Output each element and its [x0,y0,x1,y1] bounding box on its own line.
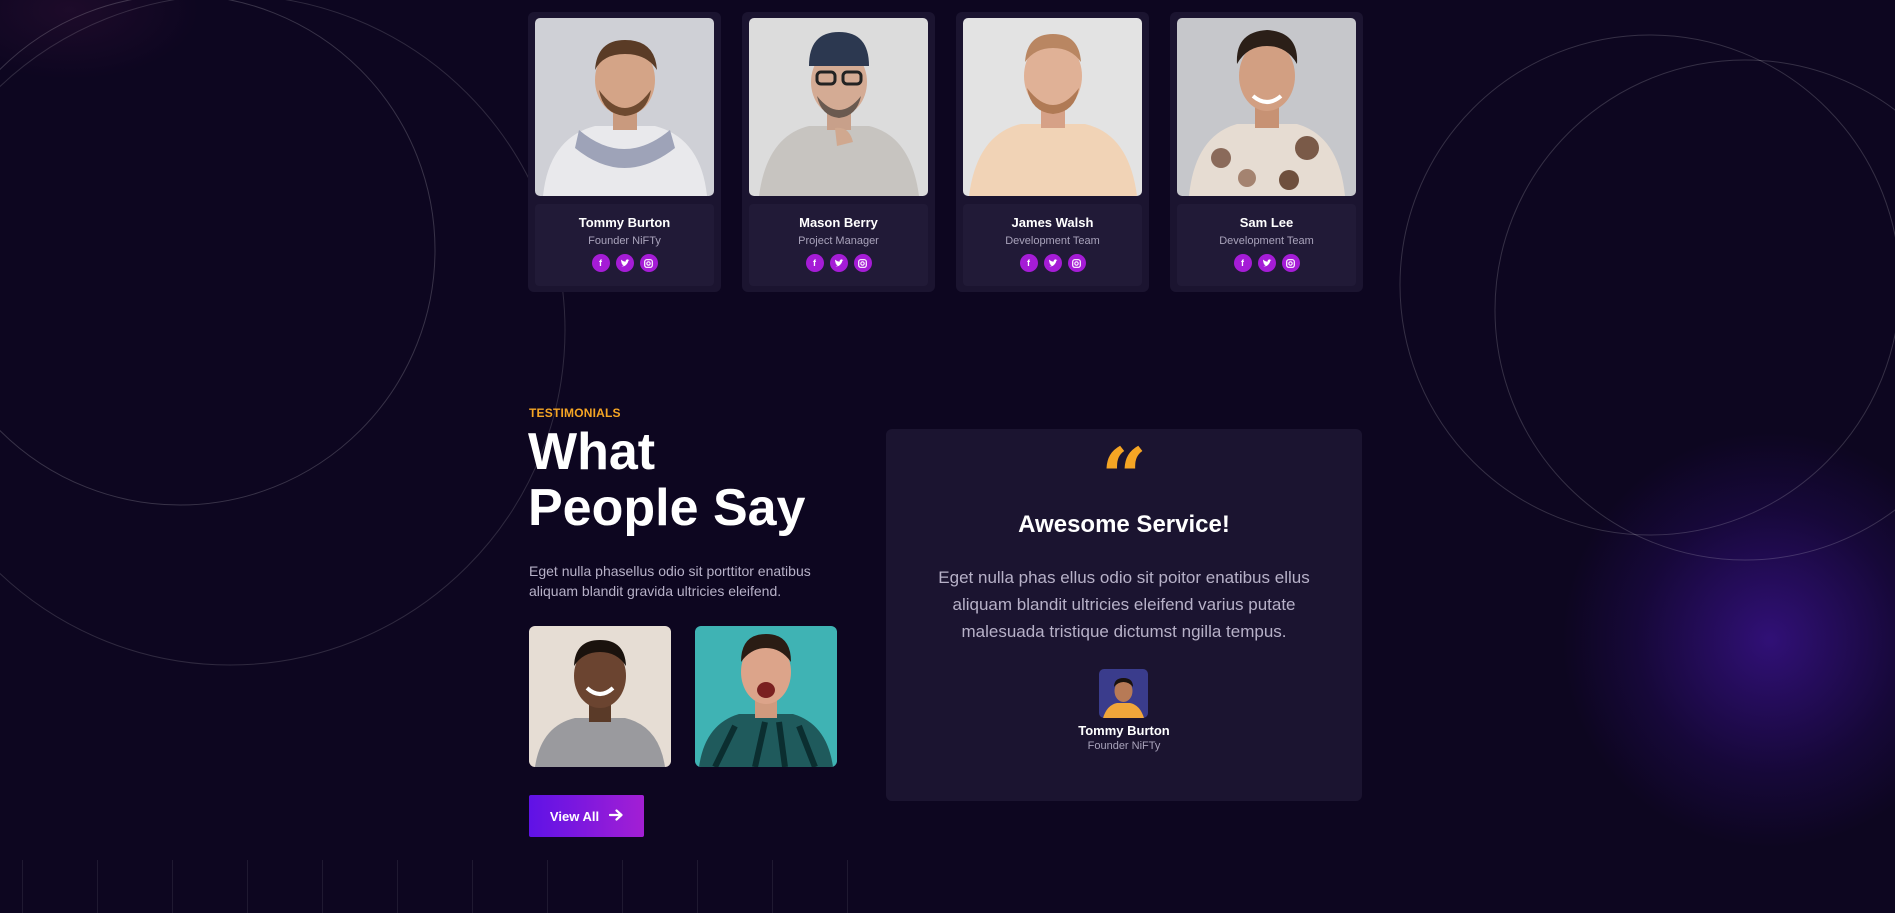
author-avatar [1099,669,1148,718]
team-role: Founder NiFTy [588,235,661,247]
facebook-icon[interactable]: f [591,254,610,272]
testimonial-text: Eget nulla phas ellus odio sit poitor en… [938,568,1310,641]
facebook-icon[interactable]: f [805,254,824,272]
team-role: Project Manager [798,235,879,247]
twitter-icon[interactable] [1043,254,1062,272]
facebook-icon[interactable]: f [1019,254,1038,272]
team-photo [1177,18,1356,196]
team-name: Mason Berry [799,215,878,230]
social-links: f [963,254,1142,272]
author-role: Founder NiFTy [1087,740,1161,752]
team-role: Development Team [1219,235,1314,247]
testimonial-card: “ Awesome Service! Eget nulla phas ellus… [886,429,1362,801]
arrow-right-icon [608,808,623,824]
team-card: Tommy Burton Founder NiFTy f [528,12,721,292]
team-name: Sam Lee [1239,215,1294,230]
social-links: f [749,254,928,272]
team-card: Mason Berry Project Manager f [742,12,935,292]
team-name: Tommy Burton [578,215,671,230]
bottom-grid-lines [0,860,1895,913]
team-info: Tommy Burton Founder NiFTy f [535,204,714,286]
instagram-icon[interactable] [639,254,658,272]
view-all-button[interactable]: View All [529,795,644,837]
section-headline: What People Say [528,423,806,537]
team-photo [749,18,928,196]
instagram-icon[interactable] [853,254,872,272]
testimonial-thumb[interactable] [695,626,837,767]
author-name: Tommy Burton [1078,723,1170,738]
section-eyebrow: TESTIMONIALS [529,406,621,420]
view-all-label: View All [549,808,600,824]
social-links: f [535,254,714,272]
facebook-icon[interactable]: f [1233,254,1252,272]
team-card: James Walsh Development Team f [956,12,1149,292]
testimonial-title: Awesome Service! [1018,511,1230,538]
team-photo [963,18,1142,196]
team-info: Mason Berry Project Manager f [749,204,928,286]
team-card: Sam Lee Development Team f [1170,12,1363,292]
quote-icon: “ [1100,430,1147,524]
team-photo [535,18,714,196]
twitter-icon[interactable] [615,254,634,272]
testimonial-thumb[interactable] [529,626,671,767]
team-info: James Walsh Development Team f [963,204,1142,286]
twitter-icon[interactable] [1257,254,1276,272]
social-links: f [1177,254,1356,272]
section-description: Eget nulla phasellus odio sit porttitor … [529,563,811,599]
team-info: Sam Lee Development Team f [1177,204,1356,286]
team-section: Tommy Burton Founder NiFTy f Mason Berry… [528,12,1363,292]
twitter-icon[interactable] [829,254,848,272]
team-role: Development Team [1005,235,1100,247]
instagram-icon[interactable] [1067,254,1086,272]
team-name: James Walsh [1011,215,1094,230]
instagram-icon[interactable] [1281,254,1300,272]
